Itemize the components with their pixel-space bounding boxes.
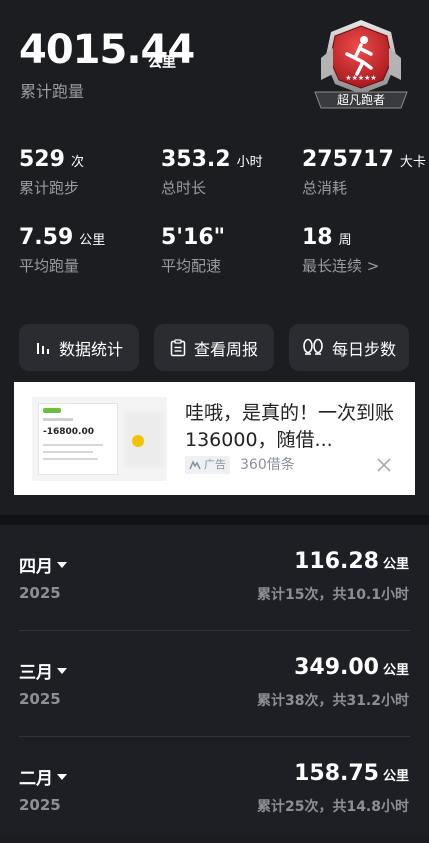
ad-receipt-image: -16800.00 <box>38 403 118 475</box>
year-label: 2025 <box>19 584 61 602</box>
month-distance: 116.28 公里 <box>294 549 409 574</box>
section-divider <box>0 515 429 525</box>
weekly-report-button[interactable]: 查看周报 <box>154 324 274 371</box>
month-summary: 累计15次，共10.1小时 <box>256 587 409 603</box>
month-row[interactable]: 三月 2025 349.00 公里 累计38次，共31.2小时 <box>0 631 429 737</box>
month-row[interactable]: 四月 2025 116.28 公里 累计15次，共10.1小时 <box>0 525 429 631</box>
year-label: 2025 <box>19 690 61 708</box>
stat-longest-streak[interactable]: 18 周 最长连续 > <box>302 225 379 276</box>
chevron-down-icon <box>57 773 67 780</box>
month-label: 四月 <box>19 557 53 577</box>
badge-label: 超凡跑者 <box>336 93 385 107</box>
runner-badge[interactable]: ★★★★★ 超凡跑者 <box>311 18 411 114</box>
month-label: 三月 <box>19 663 53 683</box>
ad-tag: 广告 <box>185 456 230 474</box>
monthly-list: 四月 2025 116.28 公里 累计15次，共10.1小时 三月 2025 3… <box>0 525 429 834</box>
stat-avg-pace: 5'16" 平均配速 <box>161 225 226 275</box>
footprints-icon <box>303 338 323 355</box>
data-stats-button[interactable]: 数据统计 <box>19 324 139 371</box>
month-label: 二月 <box>19 769 53 789</box>
report-icon <box>170 338 186 356</box>
daily-steps-button[interactable]: 每日步数 <box>289 324 409 371</box>
month-summary: 累计38次，共31.2小时 <box>256 693 409 709</box>
weekly-report-label: 查看周报 <box>193 339 258 359</box>
chevron-down-icon <box>57 561 67 568</box>
daily-steps-label: 每日步数 <box>331 339 396 359</box>
ad-logo-icon <box>132 435 144 447</box>
month-selector[interactable]: 四月 <box>19 552 67 577</box>
data-stats-label: 数据统计 <box>58 339 123 359</box>
stat-duration: 353.2 小时 总时长 <box>161 147 263 197</box>
close-icon[interactable] <box>375 456 393 474</box>
month-row[interactable]: 二月 2025 158.75 公里 累计25次，共14.8小时 <box>0 737 429 843</box>
year-label: 2025 <box>19 796 61 814</box>
ad-source: 360借条 <box>240 457 295 473</box>
svg-text:★★★★★: ★★★★★ <box>345 74 376 82</box>
month-summary: 累计25次，共14.8小时 <box>256 799 409 815</box>
ad-thumb-amount: -16800.00 <box>43 427 94 437</box>
month-selector[interactable]: 二月 <box>19 764 67 789</box>
bar-chart-icon <box>36 342 49 354</box>
month-distance: 349.00 公里 <box>294 655 409 680</box>
ad-mark-icon <box>189 460 201 470</box>
month-distance: 158.75 公里 <box>294 761 409 786</box>
chevron-down-icon <box>57 667 67 674</box>
stat-avg-distance: 7.59 公里 平均跑量 <box>19 225 106 275</box>
total-distance-label: 累计跑量 <box>20 82 85 101</box>
stat-calories: 275717 大卡 总消耗 <box>302 147 426 197</box>
total-distance-unit: 公里 <box>148 55 176 71</box>
month-selector[interactable]: 三月 <box>19 658 67 683</box>
stat-runs: 529 次 累计跑步 <box>19 147 84 197</box>
ad-banner[interactable]: -16800.00 哇哦，是真的！一次到账136000，随借... 广告 360… <box>14 382 415 495</box>
ad-title[interactable]: 哇哦，是真的！一次到账136000，随借... <box>185 400 395 454</box>
summary-section: 4015.44 公里 累计跑量 ★★★★★ 超凡跑者 529 次 累计跑步 35… <box>0 0 429 515</box>
ad-thumbnail: -16800.00 <box>32 397 167 481</box>
ad-tag-label: 广告 <box>204 458 226 471</box>
